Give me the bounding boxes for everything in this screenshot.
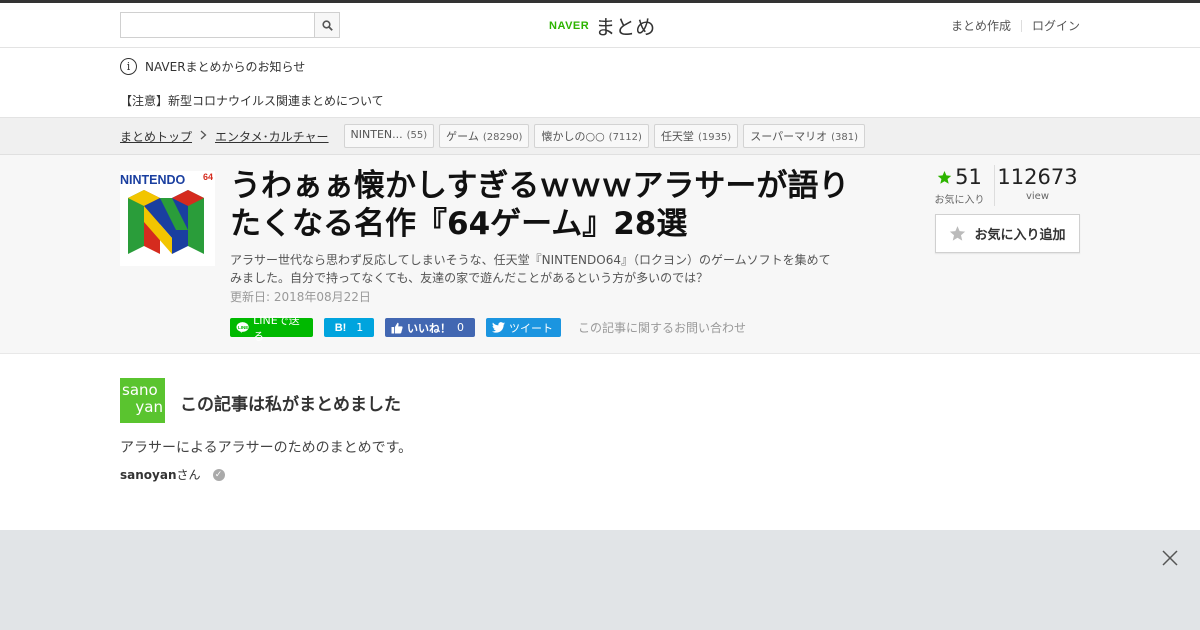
twitter-bird-icon [492, 322, 505, 333]
logo-matome: まとめ [595, 15, 656, 39]
login-link[interactable]: ログイン [1032, 17, 1080, 34]
tag-list: NINTEN... (55) ゲーム (28290) 懐かしの○○ (7112) 任天… [343, 124, 865, 148]
add-favorite-button[interactable]: お気に入り追加 [935, 214, 1080, 253]
author-heading: この記事は私がまとめました [180, 395, 401, 415]
author-suffix: さん [176, 468, 201, 482]
tag-item[interactable]: ゲーム (28290) [439, 124, 530, 148]
thumbs-up-icon [391, 322, 403, 333]
author-description: アラサーによるアラサーのためのまとめです。 [120, 440, 413, 456]
site-header: NAVER まとめ まとめ作成 ログイン [0, 3, 1200, 48]
facebook-like-button[interactable]: いいね！ 0 [385, 318, 475, 337]
favorites-stat: 51 お気に入り [925, 165, 995, 206]
svg-text:LINE: LINE [238, 325, 248, 330]
search-box [120, 12, 340, 38]
line-share-label: LINEで送る [253, 313, 300, 343]
facebook-like-label: いいね！ [407, 321, 451, 335]
search-button[interactable] [314, 13, 339, 37]
breadcrumb-category[interactable]: エンタメ･カルチャー [215, 128, 329, 145]
star-outline-icon [950, 226, 966, 241]
notice-area: i NAVERまとめからのお知らせ 【注意】新型コロナウイルス関連まとめについて [0, 48, 1200, 118]
author-section: sano yan この記事は私がまとめました アラサーによるアラサーのためのまと… [0, 354, 1200, 529]
avatar-text-line2: yan [135, 398, 163, 416]
star-icon [937, 170, 952, 184]
tag-item[interactable]: 懐かしの○○ (7112) [534, 124, 649, 148]
favorites-label: お気に入り [934, 195, 985, 206]
hatena-count: 1 [356, 321, 364, 334]
logo-naver: NAVER [549, 19, 590, 32]
article-description: アラサー世代なら思わず反応してしまいそうな、任天堂『NINTENDO64』（ロク… [230, 253, 831, 285]
check-icon: ✓ [212, 468, 225, 481]
breadcrumb: まとめトップ エンタメ･カルチャー NINTEN... (55) ゲーム (2829… [0, 118, 1200, 155]
chevron-right-icon [200, 129, 207, 144]
article-header: NINTENDO 64 うわぁぁ懐かしすぎるｗｗｗアラサーが語りたくなる名作『6… [0, 155, 1200, 354]
author-username: sanoyan [120, 468, 177, 482]
site-logo[interactable]: NAVER まとめ [549, 11, 655, 40]
updated-date: 更新日: 2018年08月22日 [230, 290, 371, 304]
ad-banner [0, 530, 1200, 630]
tweet-label: ツイート [509, 321, 553, 335]
tweet-button[interactable]: ツイート [486, 318, 561, 337]
notice-title-text: NAVERまとめからのお知らせ [145, 60, 306, 74]
views-stat: 112673 view [995, 165, 1080, 206]
line-icon: LINE [236, 322, 249, 334]
hatena-bookmark-button[interactable]: B! 1 [324, 318, 374, 337]
article-title: うわぁぁ懐かしすぎるｗｗｗアラサーが語りたくなる名作『64ゲーム』28選 [230, 168, 850, 242]
n64-logo-image: NINTENDO 64 [120, 172, 213, 254]
views-count: 112673 [997, 165, 1078, 189]
avatar[interactable]: sano yan [120, 378, 165, 423]
author-name[interactable]: sanoyanさん ✓ [120, 466, 225, 483]
hatena-icon: B! [334, 321, 347, 334]
article-stats: 51 お気に入り 112673 view [925, 165, 1080, 206]
n64-logo-sup: 64 [203, 172, 213, 182]
notice-title: i NAVERまとめからのお知らせ [120, 58, 305, 75]
header-links: まとめ作成 ログイン [951, 17, 1080, 34]
facebook-like-count: 0 [457, 321, 464, 334]
n64-logo-text: NINTENDO [120, 173, 186, 187]
share-buttons: LINE LINEで送る B! 1 いいね！ 0 ツイート この記事に関するお問… [230, 314, 746, 343]
notice-link[interactable]: 【注意】新型コロナウイルス関連まとめについて [120, 92, 384, 109]
views-label: view [1025, 191, 1050, 202]
tag-item[interactable]: NINTEN... (55) [343, 124, 435, 148]
add-favorite-label: お気に入り追加 [974, 228, 1066, 243]
article-thumbnail[interactable]: NINTENDO 64 [120, 171, 215, 266]
header-divider [1020, 19, 1022, 32]
line-share-button[interactable]: LINE LINEで送る [230, 314, 313, 343]
breadcrumb-top[interactable]: まとめトップ [120, 128, 192, 145]
tag-item[interactable]: スーパーマリオ (381) [743, 124, 865, 148]
search-icon [321, 19, 333, 31]
search-input[interactable] [121, 13, 315, 37]
favorites-count: 51 [955, 165, 982, 189]
info-icon: i [120, 58, 137, 75]
create-matome-link[interactable]: まとめ作成 [951, 17, 1011, 34]
close-icon[interactable] [1160, 548, 1180, 568]
tag-item[interactable]: 任天堂 (1935) [653, 124, 739, 148]
contact-link[interactable]: この記事に関するお問い合わせ [578, 319, 746, 336]
avatar-text-line1: sano [122, 381, 158, 399]
